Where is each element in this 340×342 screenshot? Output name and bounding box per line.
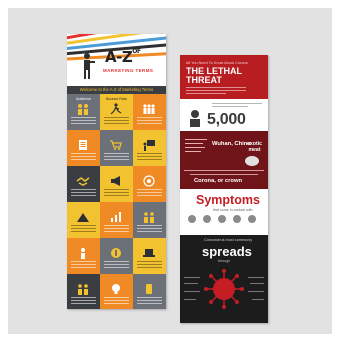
term-cell: Audience [67, 94, 100, 130]
symptom-icon [188, 215, 196, 223]
infographic-header: A-ZOF MARKETING TERMS [67, 34, 166, 86]
symptom-icon [218, 215, 226, 223]
presenter-icon [143, 140, 155, 151]
big-statistic: 5,000 [207, 111, 246, 128]
title-subtitle: MARKETING TERMS [103, 68, 154, 73]
coin-icon [111, 248, 121, 258]
term-cell [67, 130, 100, 166]
handshake-icon [76, 177, 90, 186]
phone-icon [146, 284, 152, 294]
virus-text-icon [185, 139, 207, 152]
spread-subtitle: through [218, 259, 231, 263]
term-cell [133, 166, 166, 202]
mockup-background [8, 8, 332, 334]
term-cell [67, 202, 100, 238]
chart-icon [111, 212, 121, 222]
spread-kicker: Coronavirus most commonly [204, 238, 253, 242]
corona-header: All You Need To Know About Corona THE LE… [180, 55, 268, 99]
people-icon [78, 284, 88, 295]
target-icon [143, 175, 155, 187]
term-cell [67, 166, 100, 202]
symptoms-title: Symptoms [196, 193, 260, 207]
term-cell: Bounce Rate [100, 94, 133, 130]
term-cell [100, 130, 133, 166]
audience-icon [78, 104, 88, 115]
term-cell [133, 130, 166, 166]
spread-section: Coronavirus most commonly spreads throug… [180, 235, 268, 323]
climber-icon [77, 213, 89, 222]
speaker-icon [81, 248, 85, 259]
symptoms-subtitle: that come in contact with [213, 208, 253, 212]
symptom-icon [203, 215, 211, 223]
corona-infographic: All You Need To Know About Corona THE LE… [180, 55, 268, 323]
businessman-illustration-icon [84, 53, 95, 79]
spread-title: spreads [202, 244, 252, 259]
cart-icon [110, 140, 122, 150]
person-icon [190, 110, 200, 127]
term-cell [100, 238, 133, 274]
term-cell [133, 238, 166, 274]
symptoms-section: Symptoms that come in contact with [180, 189, 268, 235]
document-icon [79, 140, 87, 150]
term-cell [67, 238, 100, 274]
term-cell [133, 274, 166, 309]
term-cell [100, 166, 133, 202]
term-cell [133, 202, 166, 238]
virus-icon [204, 269, 244, 309]
idea-icon [112, 284, 120, 294]
term-cell [133, 94, 166, 130]
meat-icon [245, 156, 259, 166]
origin-section: Wuhan, China exotic meat Corona, or crow… [180, 131, 268, 189]
symptom-icon [248, 215, 256, 223]
megaphone-icon [111, 176, 120, 186]
laptop-icon [143, 249, 155, 257]
mockup-canvas: A-ZOF MARKETING TERMS Welcome to the A-Z… [0, 0, 340, 342]
team-icon [143, 104, 155, 114]
statistic-section: 5,000 [180, 99, 268, 131]
header-title: THE LETHAL THREAT [186, 66, 242, 85]
crown-label: Corona, or crown [194, 178, 242, 184]
group-icon [144, 212, 154, 223]
header-kicker: All You Need To Know About Corona [186, 61, 248, 65]
runner-icon [110, 103, 122, 115]
exotic-label: exotic meat [247, 141, 262, 153]
term-cell [100, 274, 133, 309]
intro-band: Welcome to the A-Z of Marketing Terms [67, 86, 166, 94]
main-title: A-ZOF [105, 48, 141, 66]
term-cell [100, 202, 133, 238]
marketing-terms-infographic: A-ZOF MARKETING TERMS Welcome to the A-Z… [67, 34, 166, 309]
term-cell [67, 274, 100, 309]
symptom-icon [233, 215, 241, 223]
